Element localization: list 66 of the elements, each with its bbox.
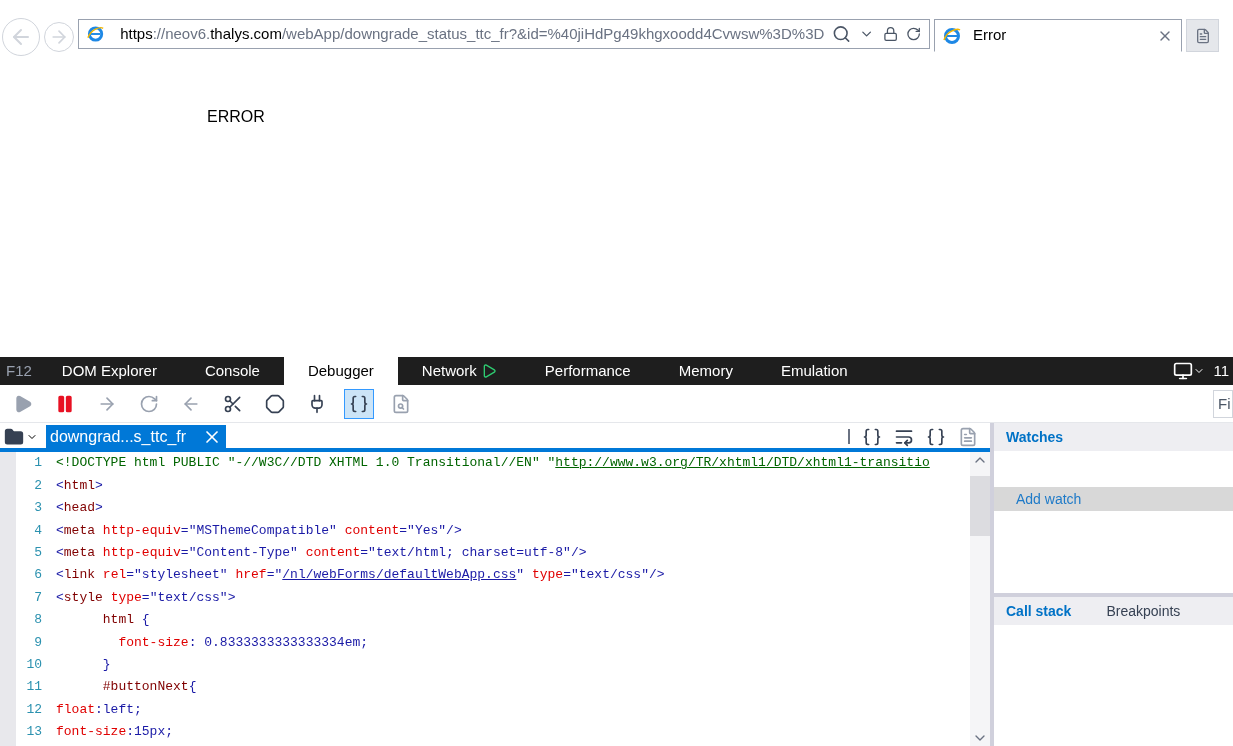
line-number: 3 xyxy=(33,499,43,518)
watches-header: Watches xyxy=(994,423,1233,451)
browser-logo-icon xyxy=(943,26,961,45)
document-icon xyxy=(1194,27,1211,44)
lock-icon xyxy=(882,26,898,42)
code-line: font-size: 0.8333333333333334em; xyxy=(117,633,369,652)
scrollbar[interactable] xyxy=(970,452,990,746)
browser-logo-icon xyxy=(87,25,105,43)
url-text: https://neov6.thalys.com/webApp/downgrade_status_ttc_fr?&id=%40jiHdPg49khgxoodd4Cvwsw%3D%3D xyxy=(120,23,825,44)
line-number: 10 xyxy=(25,655,43,674)
line-number: 13 xyxy=(25,723,43,742)
file-tab[interactable]: downgrad...s_ttc_fr xyxy=(46,425,227,448)
devtools-tab[interactable]: Network xyxy=(397,357,521,385)
browser-tab[interactable]: Error xyxy=(934,19,1182,52)
error-text: ERROR xyxy=(207,108,265,125)
line-number: 4 xyxy=(33,521,43,540)
code-line: <head> xyxy=(56,499,103,518)
find-field[interactable]: Fi xyxy=(1213,389,1233,418)
braces-icon xyxy=(349,393,369,414)
line-number: 8 xyxy=(33,611,43,630)
code-line: <style type="text/css"> xyxy=(56,588,236,607)
octagon-icon xyxy=(265,393,285,414)
code-line: } xyxy=(101,655,111,674)
tab-title: Error xyxy=(973,25,1008,46)
play-icon xyxy=(13,393,33,414)
braces-icon[interactable] xyxy=(926,426,946,447)
line-number: 9 xyxy=(33,633,43,652)
line-number: 11 xyxy=(25,678,43,697)
code-line: <meta http-equiv="Content-Type" content="text/html; charset=utf-8"/> xyxy=(56,544,587,562)
code-line: <meta http-equiv="MSThemeCompatible" content="Yes"/> xyxy=(56,521,462,540)
code-line: html { xyxy=(101,611,150,630)
devtools-tab[interactable]: Memory xyxy=(654,357,757,385)
line-number: 6 xyxy=(33,566,43,585)
line-number: 5 xyxy=(33,544,43,562)
code-line: font-size:15px; xyxy=(56,723,174,742)
code-line: #buttonNext{ xyxy=(101,678,197,697)
version-text[interactable]: 11 xyxy=(1213,359,1233,383)
search-icon[interactable] xyxy=(832,24,852,44)
devtools-tab[interactable]: Performance xyxy=(520,357,655,385)
line-number: 2 xyxy=(33,476,43,495)
scroll-thumb[interactable] xyxy=(970,476,990,536)
document-icon[interactable] xyxy=(958,426,978,447)
code-line: <link rel="stylesheet" href="/nl/webForms/defaultWebApp.css" type="text/css"/> xyxy=(56,566,665,585)
pause-icon xyxy=(55,393,75,414)
address-bar[interactable]: https://neov6.thalys.com/webApp/downgrade_status_ttc_fr?&id=%40jiHdPg49khgxoodd4Cvwsw%3D%3D xyxy=(78,19,930,49)
devtools-tab[interactable]: Console xyxy=(180,357,284,385)
refresh-icon[interactable] xyxy=(905,26,921,42)
panel-tab[interactable]: Breakpoints xyxy=(1106,600,1181,622)
scissors-icon xyxy=(223,393,243,414)
braces-button[interactable] xyxy=(344,388,374,419)
panel-tab[interactable]: Call stack xyxy=(1006,600,1072,622)
monitor-icon[interactable] xyxy=(1173,361,1194,381)
line-number: 12 xyxy=(25,700,43,719)
code-line: <!DOCTYPE html PUBLIC "-//W3C//DTD XHTML 1.0 Transitional//EN" "http://www.w3.org/TR/xhtml1/DTD/xhtml1-transitio xyxy=(56,454,930,473)
new-tab-button[interactable] xyxy=(1186,19,1219,52)
search-document-icon xyxy=(391,393,411,414)
line-number: 1 xyxy=(33,454,43,473)
braces-icon[interactable] xyxy=(862,426,882,447)
code-line: <html> xyxy=(56,476,103,495)
devtools-tab[interactable]: Debugger xyxy=(283,357,398,385)
devtools-tab[interactable]: Emulation xyxy=(756,357,872,385)
devtools-label: F12 xyxy=(5,360,33,381)
folder-icon xyxy=(4,426,24,447)
devtools-tab[interactable]: DOM Explorer xyxy=(37,357,181,385)
code-line: float:left; xyxy=(56,700,142,719)
line-number: 7 xyxy=(33,588,43,607)
